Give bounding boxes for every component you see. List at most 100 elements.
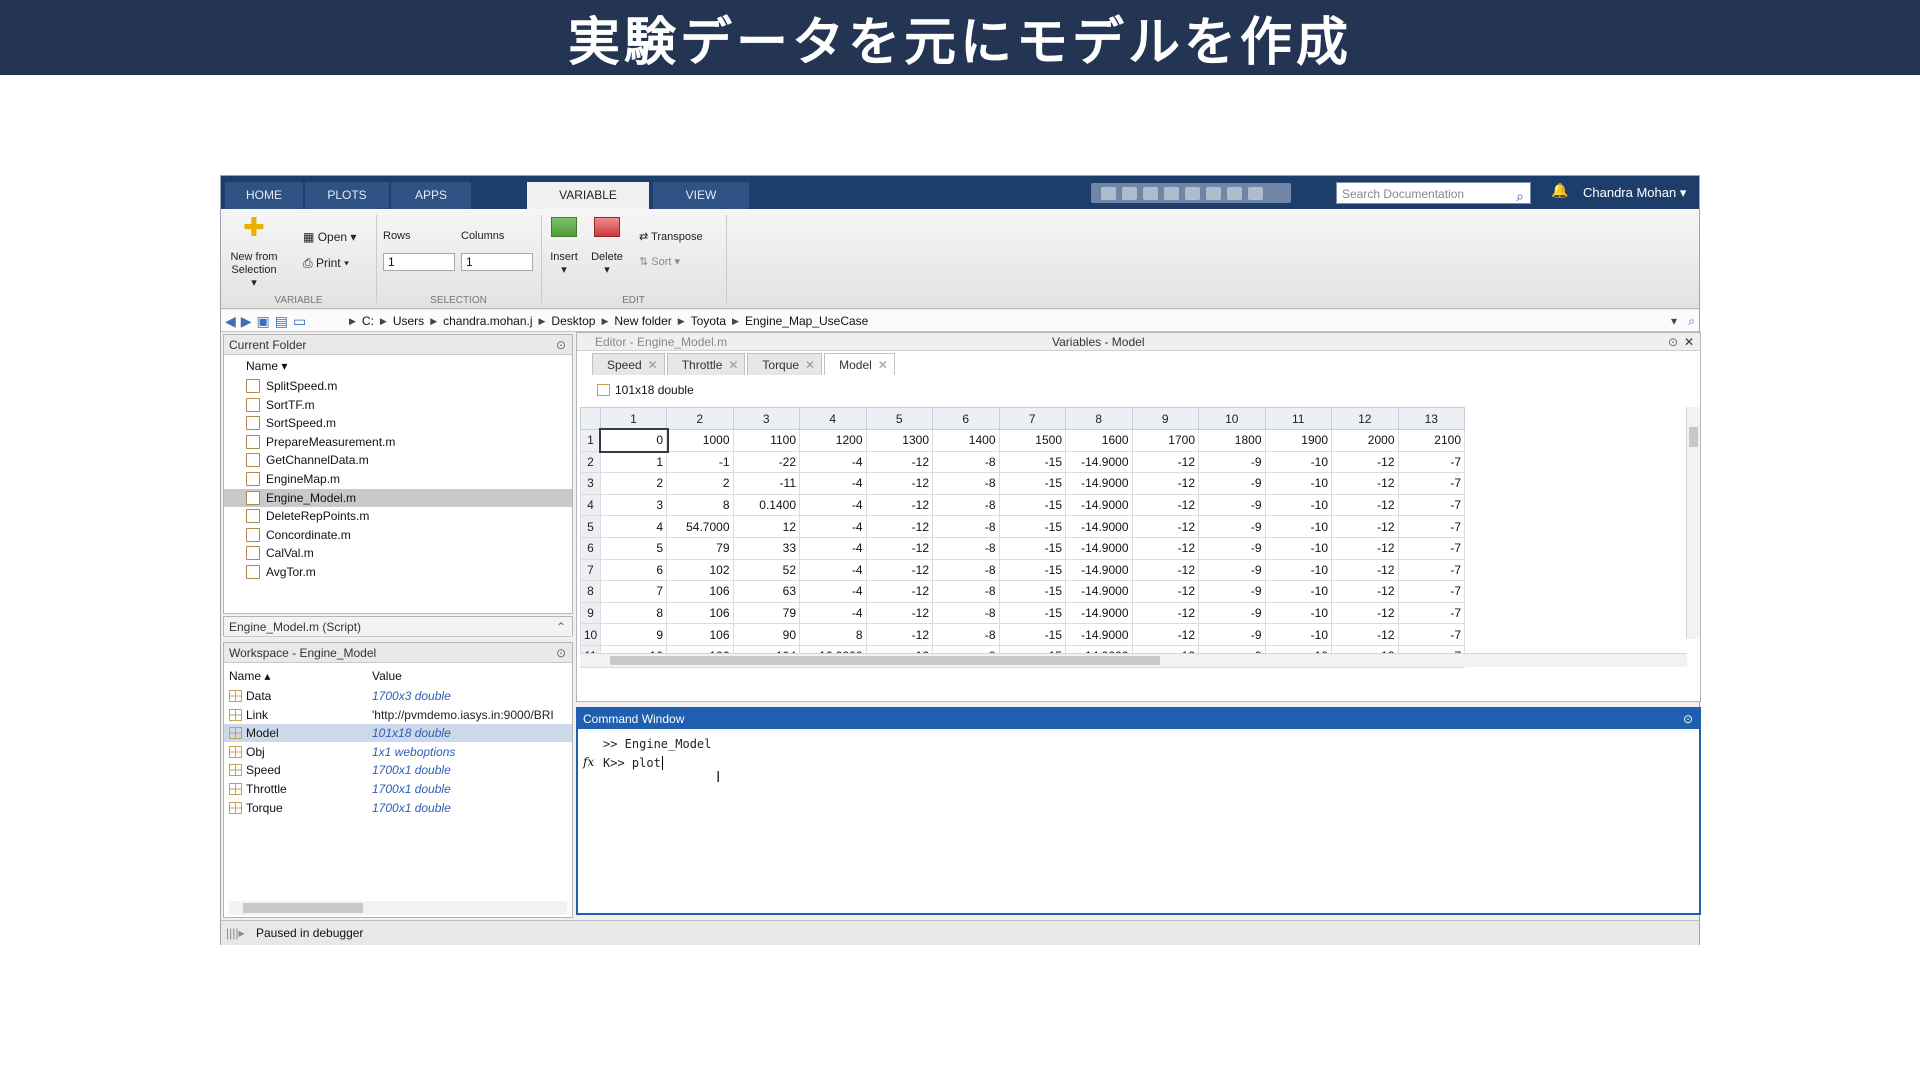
grid-cell[interactable]: -15 [998, 623, 1066, 646]
workspace-variable-row[interactable]: Speed 1700x1 double [224, 761, 572, 779]
grid-cell[interactable]: 2100 [1397, 429, 1465, 452]
breadcrumb-item[interactable]: Engine_Map_UseCase [745, 310, 868, 332]
grid-cell[interactable]: -10 [1264, 515, 1332, 538]
breadcrumb-item[interactable]: Users [393, 310, 424, 332]
column-header[interactable]: 2 [666, 407, 734, 430]
workspace-variable-row[interactable]: Data 1700x3 double [224, 687, 572, 705]
editor-title[interactable]: Editor - Engine_Model.m [595, 333, 727, 351]
column-header[interactable]: 6 [932, 407, 1000, 430]
workspace-variable-row[interactable]: Link 'http://pvmdemo.iasys.in:9000/BRI [224, 706, 572, 724]
grid-cell[interactable]: -10 [1264, 601, 1332, 625]
grid-cell[interactable]: -7 [1397, 558, 1465, 582]
grid-cell[interactable]: -12 [1131, 601, 1199, 625]
grid-cell[interactable]: -12 [1331, 558, 1399, 582]
breadcrumb-item[interactable]: New folder [614, 310, 671, 332]
new-from-selection-icon[interactable]: ✚ [243, 214, 267, 240]
sort-button[interactable]: ⇅ Sort ▾ [639, 255, 680, 268]
tab-view[interactable]: VIEW [653, 182, 749, 209]
user-menu[interactable]: Chandra Mohan ▾ [1583, 176, 1686, 209]
vertical-scrollbar[interactable] [1686, 407, 1700, 639]
column-header[interactable]: 11 [1264, 407, 1332, 430]
grid-cell[interactable]: -12 [1331, 580, 1399, 603]
grid-cell[interactable]: -10 [1264, 558, 1332, 582]
grid-cell[interactable]: -15 [998, 450, 1066, 474]
grid-cell[interactable]: -12 [1331, 623, 1399, 646]
grid-cell[interactable]: -12 [865, 515, 933, 538]
paste-icon[interactable] [1164, 186, 1179, 200]
grid-cell[interactable]: -14.9000 [1065, 472, 1133, 495]
grid-cell[interactable]: -8 [932, 450, 1000, 474]
grid-cell[interactable]: 4 [600, 515, 667, 538]
tab-home[interactable]: HOME [225, 182, 303, 209]
command-input-line[interactable]: K>> plot​ [603, 756, 663, 770]
grid-cell[interactable]: -7 [1397, 580, 1465, 603]
breadcrumb-item[interactable]: Toyota [691, 310, 726, 332]
column-header[interactable]: 5 [865, 407, 933, 430]
column-header[interactable]: 12 [1331, 407, 1399, 430]
close-tab-icon[interactable]: ✕ [805, 354, 815, 376]
open-button[interactable]: ▦ Open ▾ [303, 230, 356, 244]
column-header[interactable]: 9 [1131, 407, 1199, 430]
grid-cell[interactable]: -14.9000 [1065, 601, 1133, 625]
grid-cell[interactable]: -8 [932, 472, 1000, 495]
grid-cell[interactable]: 7 [600, 580, 667, 603]
breadcrumb-separator-icon[interactable]: ▶ [678, 310, 685, 332]
variable-tab[interactable]: Speed ✕ [592, 353, 665, 375]
grid-cell[interactable]: -12 [1131, 515, 1199, 538]
save-icon[interactable] [1101, 186, 1116, 200]
grid-cell[interactable]: -8 [932, 493, 1000, 517]
grid-cell[interactable]: -15 [998, 472, 1066, 495]
grid-cell[interactable]: 1400 [932, 429, 1000, 452]
name-column-header[interactable]: Name ▴ [229, 669, 270, 683]
grid-cell[interactable]: -12 [865, 450, 933, 474]
name-column-header[interactable]: Name ▾ [246, 359, 287, 373]
workspace-scrollbar[interactable] [229, 901, 567, 915]
grid-cell[interactable]: -12 [1131, 493, 1199, 517]
workspace-variable-row[interactable]: Model 101x18 double [224, 724, 572, 743]
file-item[interactable]: AvgTor.m [224, 563, 572, 581]
breadcrumb-separator-icon[interactable]: ▶ [539, 310, 546, 332]
scrollbar-thumb[interactable] [243, 903, 363, 913]
grid-cell[interactable]: -12 [865, 536, 933, 560]
grid-cell[interactable]: -12 [1131, 536, 1199, 560]
grid-cell[interactable]: 106 [666, 580, 734, 603]
row-header[interactable]: 6 [580, 536, 601, 560]
grid-cell[interactable]: -10 [1264, 472, 1332, 495]
grid-cell[interactable]: 1 [600, 450, 667, 474]
grid-cell[interactable]: 102 [666, 558, 734, 582]
grid-cell[interactable]: -14.9000 [1065, 536, 1133, 560]
grid-cell[interactable]: 6 [600, 558, 667, 582]
grid-cell[interactable]: 52 [732, 558, 800, 582]
grid-cell[interactable]: -12 [865, 493, 933, 517]
variable-grid[interactable]: 1 2 3 4 5 6 7 8 9 10 11 12 13 1 0 1000 1100 1200 1300 1400 1… [580, 407, 1465, 668]
function-browser-icon[interactable]: fx [583, 755, 594, 769]
rows-input[interactable]: 1 [383, 253, 455, 271]
grid-cell[interactable]: -9 [1198, 623, 1266, 646]
grid-cell[interactable]: -12 [865, 472, 933, 495]
grid-cell[interactable]: -4 [799, 536, 867, 560]
grid-cell[interactable]: -4 [799, 472, 867, 495]
grid-cell[interactable]: -14.9000 [1065, 493, 1133, 517]
grid-cell[interactable]: 1800 [1198, 429, 1266, 452]
file-item[interactable]: CalVal.m [224, 544, 572, 562]
grid-cell[interactable]: -12 [1331, 472, 1399, 495]
close-icon[interactable]: ✕ [1684, 333, 1694, 351]
grid-cell[interactable]: -12 [1131, 580, 1199, 603]
grid-cell[interactable]: -4 [799, 493, 867, 517]
file-item[interactable]: Concordinate.m [224, 526, 572, 544]
grid-cell[interactable]: -9 [1198, 493, 1266, 517]
grid-cell[interactable]: -7 [1397, 536, 1465, 560]
grid-cell[interactable]: 9 [600, 623, 667, 646]
panel-options-icon[interactable]: ⊙ [1683, 709, 1693, 729]
file-item[interactable]: DeleteRepPoints.m [224, 507, 572, 525]
grid-cell[interactable]: 1200 [799, 429, 867, 452]
row-header[interactable]: 5 [580, 515, 601, 538]
row-header[interactable]: 7 [580, 558, 601, 582]
grid-cell[interactable]: -12 [1131, 558, 1199, 582]
column-header[interactable]: 8 [1065, 407, 1133, 430]
grid-cell[interactable]: -12 [1331, 536, 1399, 560]
copy-icon[interactable] [1143, 186, 1158, 200]
grid-cell[interactable]: 2000 [1331, 429, 1399, 452]
grid-cell[interactable]: 2 [666, 472, 734, 495]
grid-cell[interactable]: 106 [666, 601, 734, 625]
